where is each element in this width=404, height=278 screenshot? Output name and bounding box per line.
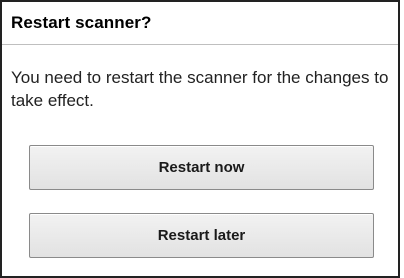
dialog-message: You need to restart the scanner for the … — [11, 68, 389, 110]
dialog-title-bar: Restart scanner? — [2, 2, 398, 45]
restart-later-button[interactable]: Restart later — [29, 213, 374, 258]
restart-dialog: Restart scanner? You need to restart the… — [0, 0, 400, 278]
dialog-title: Restart scanner? — [11, 13, 152, 32]
restart-now-button[interactable]: Restart now — [29, 145, 374, 190]
